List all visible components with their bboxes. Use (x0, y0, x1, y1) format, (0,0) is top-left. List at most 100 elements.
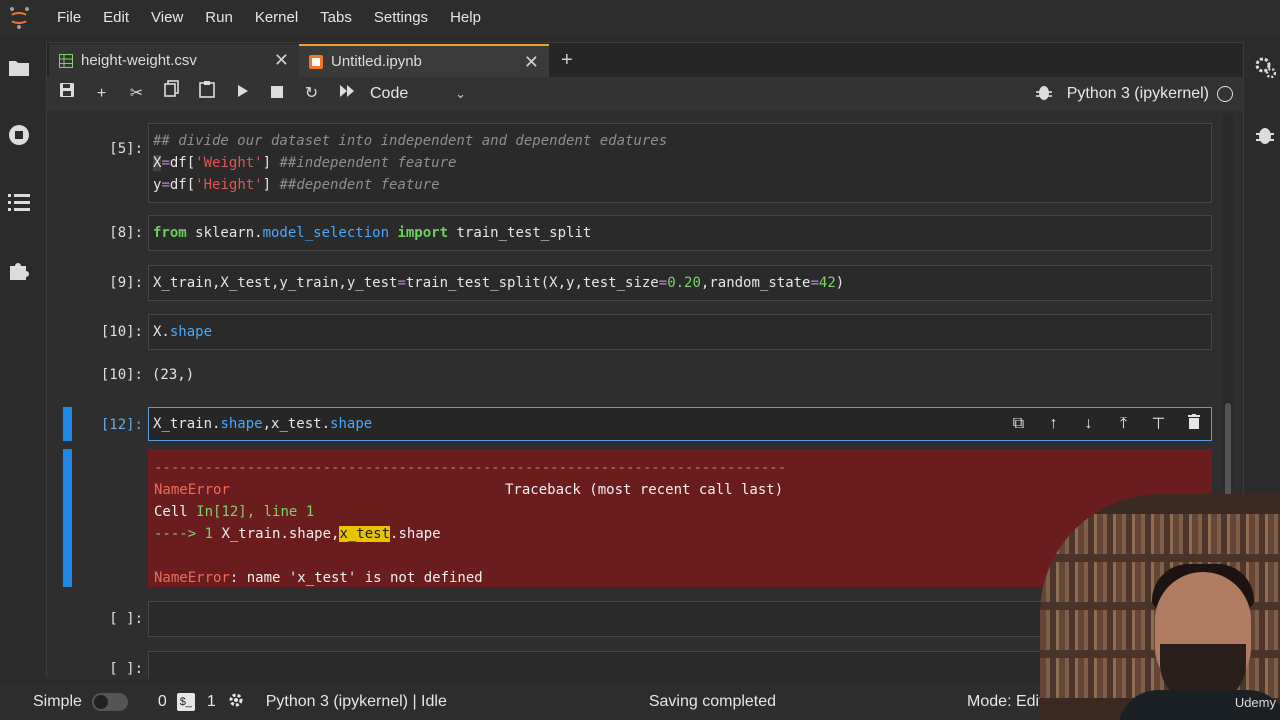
traceback-code-before: X_train.shape, (221, 526, 340, 542)
menu-kernel[interactable]: Kernel (244, 0, 309, 36)
insert-above-icon[interactable]: ⤒ (1106, 415, 1141, 433)
cell-prompt: [9]: (109, 275, 143, 291)
fast-forward-icon[interactable] (329, 80, 364, 108)
insert-below-icon[interactable]: ⊤ (1141, 414, 1176, 434)
active-output-indicator (63, 449, 72, 587)
edit-mode-text: Mode: Edit (967, 693, 1044, 710)
code-cell: [9]: X_train,X_test,y_train,y_test=train… (47, 265, 1217, 301)
traceback-highlight: x_test (339, 526, 391, 542)
document-tab-bar: height-weight.csv ✕ Untitled.ipynb ✕ + (47, 43, 1243, 77)
menubar: File Edit View Run Kernel Tabs Settings … (0, 0, 1280, 36)
extensions-puzzle-icon[interactable] (8, 260, 30, 282)
code-line: y=df['Height'] ##dependent feature (153, 177, 440, 193)
cell-ref: In[12], line 1 (196, 504, 315, 520)
stop-square-icon[interactable] (259, 80, 294, 108)
notebook-toolbar: + ✂ ↻ Code ⌄ Python 3 (ipykernel) (47, 77, 1243, 111)
save-status-text: Saving completed (648, 693, 777, 710)
kernel-indicator[interactable]: Python 3 (ipykernel) (1033, 77, 1233, 111)
tab-label: height-weight.csv (81, 52, 197, 69)
cell-prompt: [5]: (109, 141, 143, 157)
kernels-count: 1 (206, 693, 216, 710)
paste-clipboard-icon[interactable] (189, 80, 224, 108)
chevron-down-icon: ⌄ (455, 86, 466, 101)
error-message: : name 'x_test' is not defined (229, 570, 483, 586)
table-icon (59, 53, 73, 68)
close-icon[interactable]: ✕ (274, 51, 289, 69)
cell-output: (23,) (152, 367, 195, 383)
code-cell: [10]: X.shape [10]: (23,) (47, 314, 1217, 394)
save-icon[interactable] (49, 80, 84, 108)
jupyter-logo-icon (8, 7, 30, 29)
code-line: ## divide our dataset into independent a… (153, 133, 668, 149)
cell-prompt: [10]: (100, 324, 143, 340)
kernel-name: Python 3 (ipykernel) (1066, 85, 1209, 102)
menu-file[interactable]: File (46, 0, 92, 36)
code-editor[interactable]: ## divide our dataset into independent a… (148, 123, 1212, 203)
insert-cell-plus-icon[interactable]: + (84, 80, 119, 108)
traceback-header: NameError Traceback (most recent call la… (154, 479, 1206, 501)
kernel-status-text[interactable]: Python 3 (ipykernel) | Idle (266, 693, 447, 711)
terminals-count: 0 (157, 693, 167, 710)
bug-icon[interactable] (1033, 83, 1055, 105)
close-icon[interactable]: ✕ (524, 53, 539, 71)
code-line: X.shape (153, 324, 213, 340)
kernel-idle-circle-icon (1217, 86, 1233, 102)
code-line: from sklearn.model_selection import trai… (153, 225, 592, 241)
code-cell: [8]: from sklearn.model_selection import… (47, 215, 1217, 251)
tab-untitled-ipynb[interactable]: Untitled.ipynb ✕ (299, 44, 549, 77)
cell-prompt: [8]: (109, 225, 143, 241)
menu-tabs[interactable]: Tabs (309, 0, 363, 36)
run-play-icon[interactable] (224, 80, 259, 108)
new-tab-plus-icon[interactable]: + (561, 44, 573, 77)
simple-mode-label: Simple (33, 693, 82, 710)
traceback-code-after: .shape (390, 526, 441, 542)
running-kernels-icon[interactable] (8, 124, 30, 146)
restart-kernel-icon[interactable]: ↻ (294, 80, 329, 108)
code-cell-active: [12]: X_train.shape,x_test.shape ⧉ ↑ ↓ ⤒… (47, 407, 1217, 441)
code-line: X_train,X_test,y_train,y_test=train_test… (153, 275, 845, 291)
copy-icon[interactable] (154, 80, 189, 108)
menu-edit[interactable]: Edit (92, 0, 140, 36)
delete-trash-icon[interactable] (1176, 414, 1211, 434)
menu-settings[interactable]: Settings (363, 0, 439, 36)
menu-run[interactable]: Run (194, 0, 244, 36)
property-inspector-gear-icon[interactable] (1254, 56, 1277, 79)
error-message-name: NameError (154, 570, 230, 586)
duplicate-cell-icon[interactable]: ⧉ (1001, 415, 1036, 433)
traceback-arrow: ----> 1 (154, 526, 222, 542)
traceback-separator: ----------------------------------------… (154, 460, 787, 476)
error-name: NameError (154, 482, 230, 498)
code-line: X=df['Weight'] ##independent feature (153, 155, 457, 171)
cell-prompt: [ ]: (109, 661, 143, 677)
code-editor[interactable]: X_train,X_test,y_train,y_test=train_test… (148, 265, 1212, 301)
table-of-contents-icon[interactable] (8, 192, 30, 214)
notebook-icon (309, 54, 323, 69)
terminal-icon[interactable]: $_ (176, 693, 195, 711)
cell-type-select[interactable]: Code ⌄ (370, 81, 466, 107)
code-editor[interactable]: X.shape (148, 314, 1212, 350)
cell-prompt: [ ]: (109, 611, 143, 627)
instructor-webcam-overlay: Udemy (1040, 494, 1280, 720)
tab-height-weight-csv[interactable]: height-weight.csv ✕ (49, 44, 299, 77)
cell-type-value: Code (370, 85, 409, 102)
simple-mode-toggle[interactable] (91, 693, 128, 711)
cell-prompt: [12]: (100, 417, 143, 433)
cut-scissors-icon[interactable]: ✂ (119, 80, 154, 108)
bookshelf-row (1040, 514, 1280, 554)
move-down-arrow-icon[interactable]: ↓ (1071, 415, 1106, 433)
code-editor[interactable]: from sklearn.model_selection import trai… (148, 215, 1212, 251)
output-prompt: [10]: (100, 367, 143, 383)
cell-toolbar: ⧉ ↑ ↓ ⤒ ⊤ (1001, 407, 1211, 441)
folder-icon[interactable] (8, 58, 30, 80)
traceback-label: Traceback (most recent call last) (505, 482, 784, 498)
menu-help[interactable]: Help (439, 0, 492, 36)
cell-ref-prefix: Cell (154, 504, 197, 520)
udemy-watermark: Udemy (1234, 695, 1276, 710)
debugger-bug-icon[interactable] (1254, 124, 1276, 146)
menu-view[interactable]: View (140, 0, 194, 36)
kernel-gear-icon[interactable] (228, 692, 244, 713)
left-sidebar (0, 36, 38, 684)
tab-label: Untitled.ipynb (331, 53, 422, 70)
move-up-arrow-icon[interactable]: ↑ (1036, 415, 1071, 433)
bookshelf-plank (1040, 554, 1280, 562)
